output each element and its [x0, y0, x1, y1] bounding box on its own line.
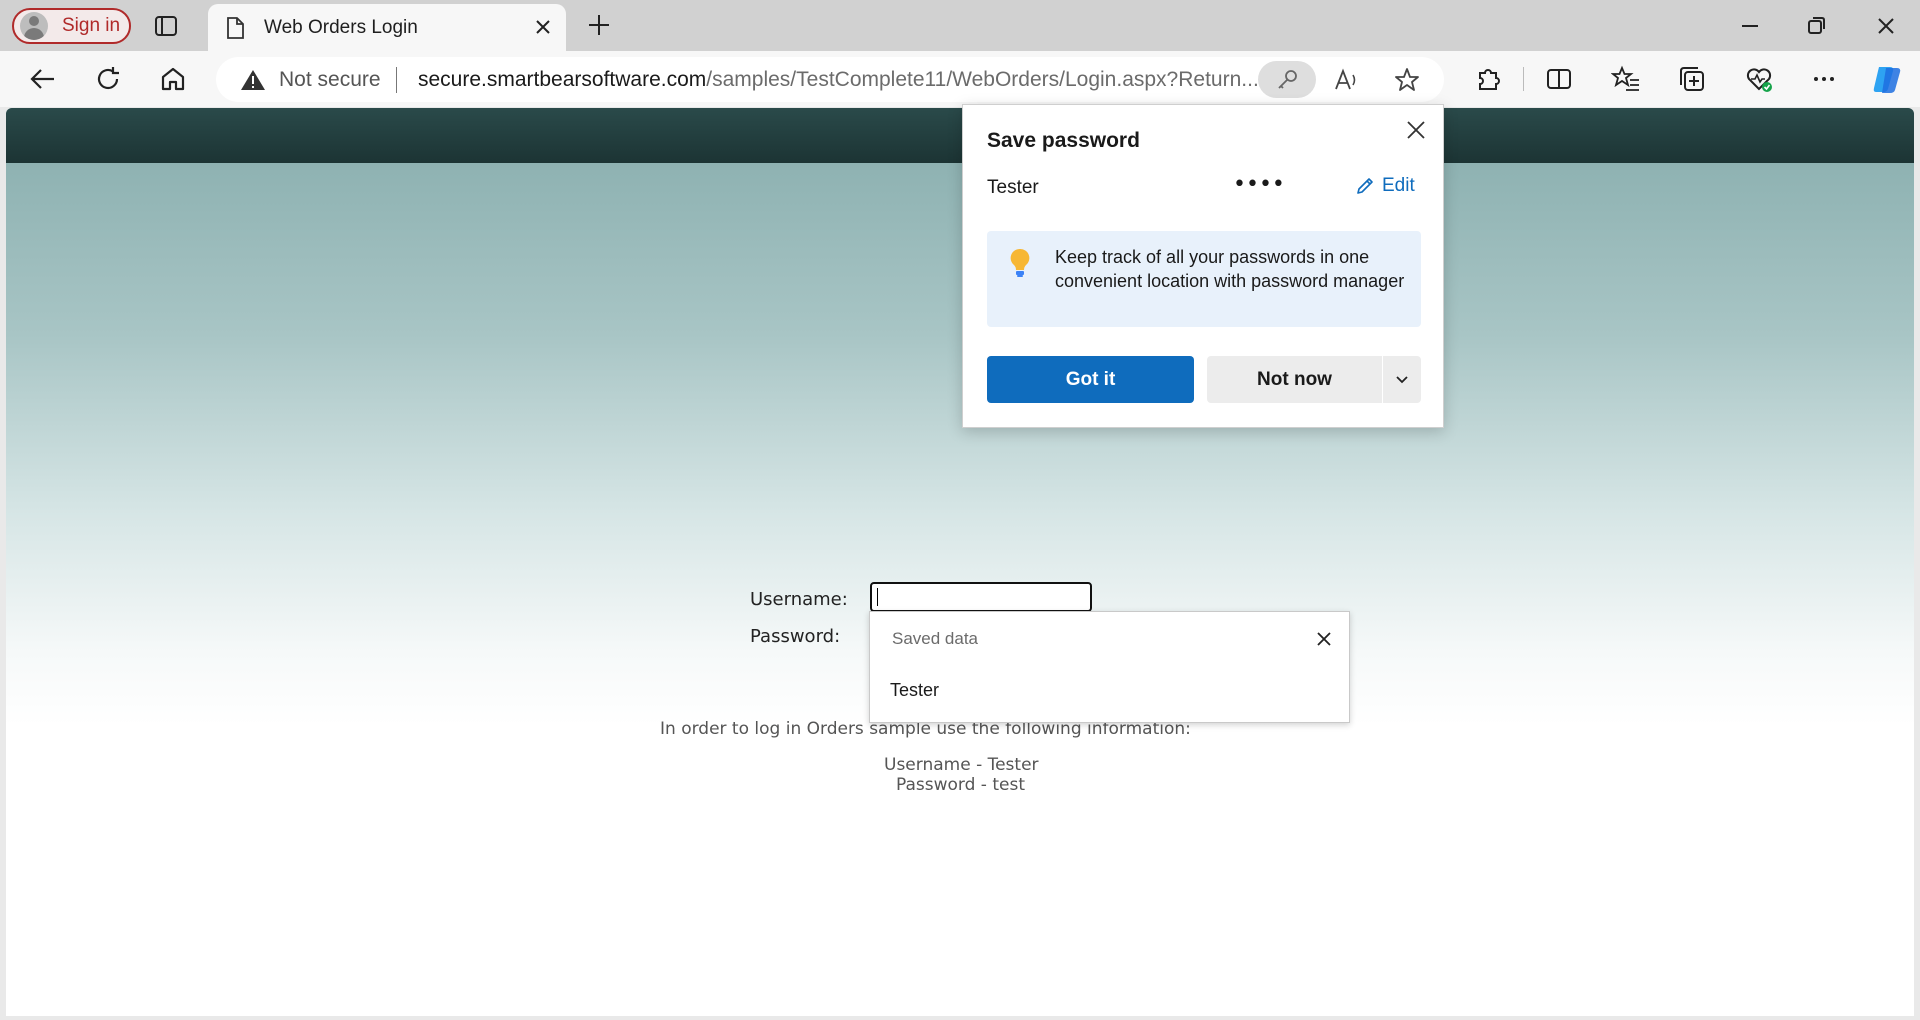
- url-path: /samples/TestComplete11/WebOrders/Login.…: [706, 68, 1259, 91]
- address-bar[interactable]: Not secure secure.smartbearsoftware.com/…: [216, 57, 1444, 102]
- page-header-bar: [6, 108, 1914, 163]
- close-icon[interactable]: [1403, 117, 1429, 143]
- username-label: Username:: [750, 589, 848, 610]
- copilot-icon[interactable]: [1870, 62, 1904, 96]
- home-icon[interactable]: [158, 64, 188, 94]
- address-divider: [396, 67, 397, 93]
- dialog-title: Save password: [987, 129, 1140, 152]
- tip-text: Keep track of all your passwords in one …: [1055, 247, 1405, 291]
- chevron-down-icon: [1396, 376, 1408, 384]
- extensions-icon[interactable]: [1473, 64, 1503, 94]
- refresh-icon[interactable]: [93, 64, 123, 94]
- web-page: [6, 108, 1914, 1016]
- text-caret: [877, 588, 878, 606]
- more-options-button[interactable]: [1383, 356, 1421, 403]
- saved-password-mask: ••••: [1233, 172, 1285, 197]
- autofill-suggestion[interactable]: Tester: [890, 680, 939, 701]
- more-icon[interactable]: [1809, 64, 1839, 94]
- toolbar-divider: [1523, 67, 1524, 91]
- favorite-star-icon[interactable]: [1393, 66, 1421, 94]
- lightbulb-icon: [1010, 248, 1030, 277]
- save-password-dialog: Save password Tester •••• Edit Keep trac…: [962, 104, 1444, 428]
- close-icon[interactable]: [532, 16, 554, 38]
- page-icon: [227, 16, 244, 39]
- favorites-icon[interactable]: [1611, 64, 1641, 94]
- signin-label: Sign in: [62, 15, 121, 36]
- got-it-button[interactable]: Got it: [987, 356, 1194, 403]
- tab-title: Web Orders Login: [264, 16, 418, 38]
- warning-icon[interactable]: [240, 68, 266, 92]
- back-icon[interactable]: [28, 64, 58, 94]
- login-info-password: Password - test: [896, 775, 1025, 795]
- profile-signin-button[interactable]: Sign in: [12, 8, 131, 44]
- read-aloud-icon[interactable]: [1332, 66, 1360, 94]
- url-text[interactable]: secure.smartbearsoftware.com/samples/Tes…: [418, 68, 1259, 92]
- pencil-icon: [1357, 178, 1373, 194]
- tab-actions-icon[interactable]: [152, 12, 180, 40]
- edit-label: Edit: [1382, 175, 1415, 196]
- split-screen-icon[interactable]: [1544, 64, 1574, 94]
- url-host: secure.smartbearsoftware.com: [418, 68, 707, 91]
- collections-icon[interactable]: [1677, 64, 1707, 94]
- key-icon: [1278, 70, 1297, 89]
- browser-essentials-icon[interactable]: [1744, 64, 1774, 94]
- password-manager-tip: Keep track of all your passwords in one …: [987, 231, 1421, 327]
- username-input[interactable]: [870, 582, 1092, 612]
- autofill-header: Saved data: [892, 629, 979, 648]
- plus-icon[interactable]: [586, 12, 612, 38]
- security-status[interactable]: Not secure: [279, 68, 381, 92]
- minimize-icon[interactable]: [1736, 12, 1764, 40]
- close-icon[interactable]: [1313, 628, 1335, 650]
- avatar-icon: [20, 12, 48, 40]
- restore-icon[interactable]: [1802, 12, 1830, 40]
- tab-web-orders-login[interactable]: Web Orders Login: [208, 4, 566, 51]
- password-key-button[interactable]: [1258, 61, 1316, 98]
- autofill-dropdown: Saved data Tester: [869, 611, 1350, 723]
- not-now-button[interactable]: Not now: [1207, 356, 1382, 403]
- password-label: Password:: [750, 626, 841, 647]
- saved-username: Tester: [987, 177, 1039, 198]
- edit-button[interactable]: Edit: [1355, 175, 1415, 197]
- close-window-icon[interactable]: [1872, 12, 1900, 40]
- login-info-username: Username - Tester: [884, 755, 1039, 775]
- tab-strip: Sign in Web Orders Login: [0, 0, 1920, 51]
- navigation-toolbar: Not secure secure.smartbearsoftware.com/…: [0, 51, 1920, 107]
